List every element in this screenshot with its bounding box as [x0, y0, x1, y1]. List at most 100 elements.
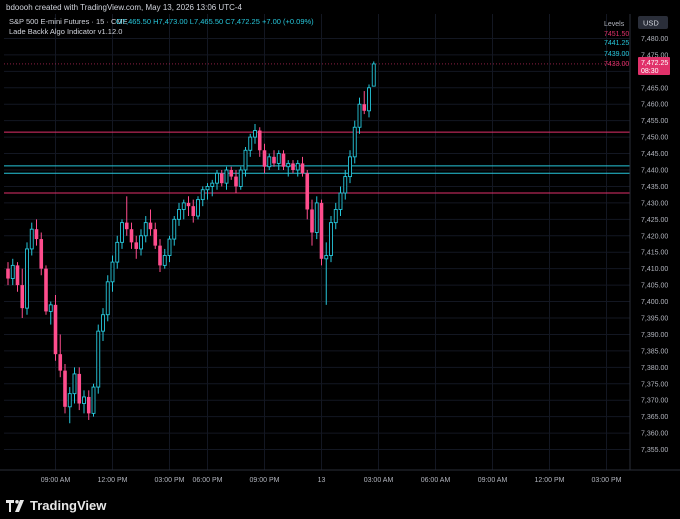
candle[interactable]	[257, 127, 262, 157]
candle[interactable]	[205, 183, 210, 200]
candle[interactable]	[362, 91, 367, 115]
candle[interactable]	[229, 166, 234, 180]
candle[interactable]	[338, 186, 343, 217]
price-tick-label: 7,455.00	[641, 118, 668, 125]
candle-body	[91, 386, 96, 414]
candle[interactable]	[44, 265, 48, 315]
candle[interactable]	[53, 294, 58, 361]
candle[interactable]	[305, 170, 310, 220]
candlestick-chart[interactable]: 7,355.00 7,360.00 7,365.00 7,370.00 7,375.00…	[0, 0, 680, 519]
candle[interactable]	[115, 235, 120, 269]
candle-body	[148, 222, 153, 230]
price-scale[interactable]: 7,355.00 7,360.00 7,365.00 7,370.00 7,375.00…	[641, 36, 668, 454]
candle[interactable]	[101, 308, 105, 342]
candle-body	[124, 222, 129, 230]
candle[interactable]	[129, 222, 134, 249]
candle[interactable]	[329, 216, 333, 263]
candles[interactable]	[6, 61, 376, 424]
candle[interactable]	[63, 364, 67, 414]
candle[interactable]	[348, 150, 352, 184]
candle-body	[357, 103, 362, 128]
candle[interactable]	[105, 275, 110, 322]
candle[interactable]	[186, 196, 191, 217]
candle[interactable]	[181, 199, 186, 220]
candle[interactable]	[29, 222, 34, 256]
candle[interactable]	[6, 262, 10, 286]
candle[interactable]	[177, 202, 181, 226]
candle-body	[29, 228, 34, 250]
price-tick-label: 7,465.00	[641, 85, 668, 92]
candle[interactable]	[314, 196, 319, 240]
candle[interactable]	[243, 146, 248, 177]
candle[interactable]	[357, 97, 362, 134]
candle[interactable]	[48, 301, 53, 325]
candle[interactable]	[96, 324, 101, 394]
indicator-title[interactable]: Lade Backk Algo Indicator v1.12.0	[9, 27, 122, 36]
price-tick-label: 7,420.00	[641, 233, 668, 240]
candle[interactable]	[153, 222, 158, 249]
candle-body	[371, 63, 376, 87]
candle[interactable]	[210, 179, 215, 197]
candle[interactable]	[343, 170, 348, 200]
candle[interactable]	[148, 209, 153, 236]
candle[interactable]	[172, 216, 177, 246]
candle[interactable]	[139, 229, 143, 256]
candle[interactable]	[310, 199, 314, 246]
candle[interactable]	[58, 334, 63, 378]
candle[interactable]	[333, 202, 338, 230]
candle[interactable]	[120, 219, 124, 249]
tradingview-logo[interactable]: TradingView	[6, 498, 106, 513]
candle-body	[10, 264, 15, 279]
price-tick-label: 7,380.00	[641, 365, 668, 372]
price-tick-label: 7,410.00	[641, 266, 668, 273]
candle[interactable]	[238, 166, 243, 190]
candle[interactable]	[77, 367, 82, 411]
price-tick-label: 7,390.00	[641, 332, 668, 339]
candle[interactable]	[319, 199, 324, 266]
candle-body	[82, 396, 86, 404]
price-tick-label: 7,355.00	[641, 447, 668, 454]
candle-body	[210, 182, 215, 187]
ohlc-readout: O7,465.50 H7,473.00 L7,465.50 C7,472.25 …	[116, 17, 314, 26]
candle[interactable]	[371, 61, 376, 87]
candle-body	[105, 281, 110, 316]
candle-body	[238, 169, 243, 187]
candle[interactable]	[286, 160, 291, 177]
candle[interactable]	[291, 160, 295, 174]
candle[interactable]	[219, 170, 224, 187]
candle[interactable]	[15, 262, 20, 292]
candle[interactable]	[143, 216, 148, 243]
candle[interactable]	[72, 367, 77, 404]
candle-body	[153, 229, 158, 246]
candle[interactable]	[367, 84, 371, 118]
candle[interactable]	[295, 160, 300, 177]
candle-body	[229, 170, 234, 177]
candle[interactable]	[34, 219, 39, 246]
levels-title: Levels	[604, 21, 625, 28]
candle[interactable]	[67, 387, 72, 424]
candle[interactable]	[86, 390, 91, 420]
candle[interactable]	[253, 123, 257, 144]
candle[interactable]	[272, 150, 276, 167]
time-scale[interactable]: 09:00 AM 12:00 PM 03:00 PM 06:00 PM 09:00 PM…	[41, 477, 622, 484]
symbol-title[interactable]: S&P 500 E-mini Futures · 15 · CME	[9, 17, 128, 26]
candle[interactable]	[20, 268, 25, 318]
candle[interactable]	[91, 383, 96, 417]
candle[interactable]	[124, 196, 129, 236]
candle[interactable]	[276, 150, 281, 170]
candle[interactable]	[267, 153, 272, 170]
candle-body	[63, 370, 67, 407]
candle[interactable]	[262, 143, 267, 174]
candle-body	[348, 156, 352, 178]
candle[interactable]	[134, 235, 139, 259]
candle[interactable]	[82, 390, 86, 414]
candle[interactable]	[10, 258, 15, 286]
price-tick-label: 7,400.00	[641, 299, 668, 306]
candle[interactable]	[167, 235, 172, 263]
candle[interactable]	[352, 120, 357, 164]
candle[interactable]	[25, 242, 29, 315]
candle[interactable]	[196, 196, 200, 220]
candle-body	[196, 199, 200, 217]
candle[interactable]	[158, 239, 162, 272]
candle[interactable]	[110, 255, 115, 292]
